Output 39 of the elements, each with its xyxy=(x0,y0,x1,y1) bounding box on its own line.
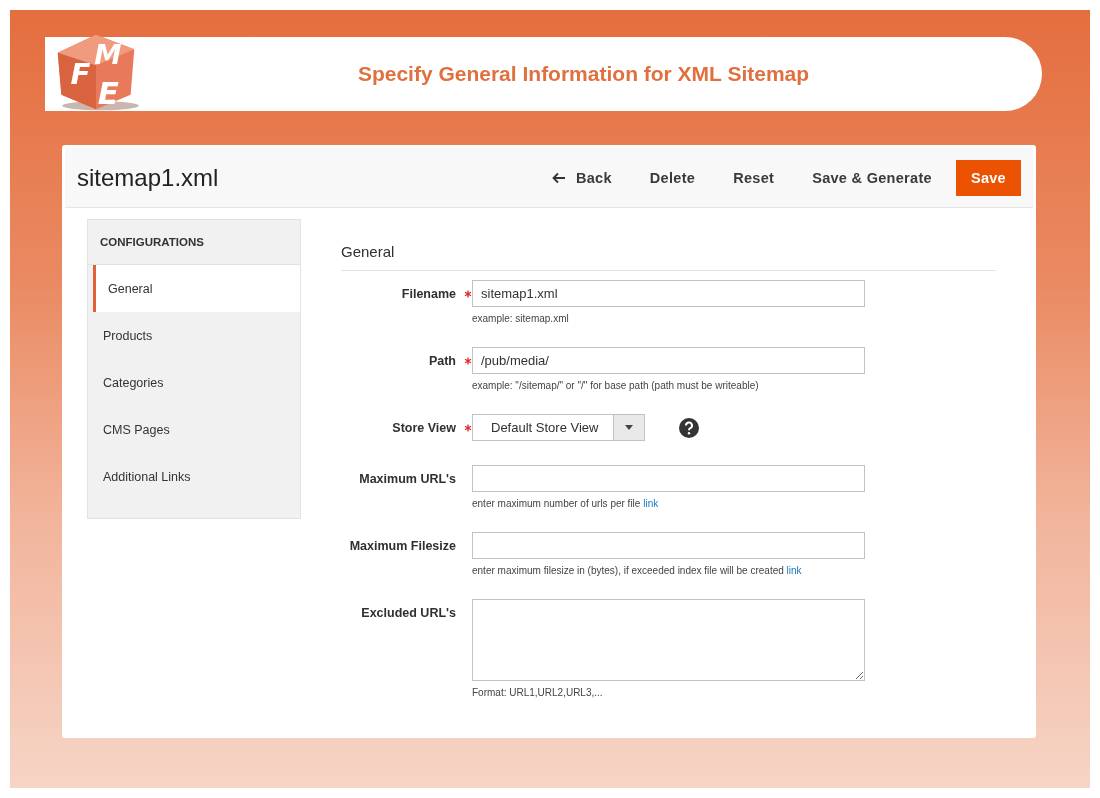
sidebar-item[interactable]: Categories xyxy=(88,359,300,406)
field-note: example: sitemap.xml xyxy=(472,313,570,325)
store-view-select[interactable]: Default Store View xyxy=(472,414,645,441)
help-icon[interactable] xyxy=(679,417,699,438)
required-icon xyxy=(464,289,472,298)
field-label: Maximum Filesize xyxy=(349,538,456,553)
back-button[interactable]: Back xyxy=(535,159,628,196)
sidebar-item[interactable]: General xyxy=(93,265,300,312)
field-note: enter maximum number of urls per file link xyxy=(472,498,660,510)
caret-icon xyxy=(625,425,633,430)
banner-title: Specify General Information for XML Sitemap xyxy=(357,62,810,86)
input-field[interactable]: /pub/media/ xyxy=(472,347,865,374)
field-label: Maximum URL's xyxy=(359,471,456,486)
action-button[interactable]: Delete xyxy=(633,159,712,196)
save-button[interactable]: Save xyxy=(955,159,1021,196)
field-note: enter maximum filesize in (bytes), if exceeded index file will be created link xyxy=(472,565,803,577)
input-field[interactable]: sitemap1.xml xyxy=(472,280,865,307)
page-title: sitemap1.xml xyxy=(77,163,219,192)
textarea-field[interactable] xyxy=(472,599,865,681)
field-label: Filename xyxy=(401,286,456,301)
link[interactable]: link xyxy=(643,498,659,509)
input-field[interactable] xyxy=(472,465,865,492)
field-note: example: "/sitemap/" or "/" for base path (path must be writeable) xyxy=(472,380,760,392)
field-label: Store View xyxy=(392,420,456,435)
sidebar-heading: CONFIGURATIONS xyxy=(100,236,204,248)
arrow-left-icon xyxy=(551,171,566,184)
sidebar-item[interactable]: Additional Links xyxy=(88,453,300,500)
field-note: Format: URL1,URL2,URL3,... xyxy=(472,687,604,699)
field-label: Excluded URL's xyxy=(361,605,456,620)
action-button[interactable]: Save & Generate xyxy=(796,159,948,196)
required-icon xyxy=(464,356,472,365)
link[interactable]: link xyxy=(786,565,802,576)
action-button[interactable]: Reset xyxy=(717,159,791,196)
sidebar-item[interactable]: Products xyxy=(88,312,300,359)
section-title: General xyxy=(341,243,395,260)
sidebar-item[interactable]: CMS Pages xyxy=(88,406,300,453)
required-icon xyxy=(464,423,472,432)
field-label: Path xyxy=(428,353,456,368)
input-field[interactable] xyxy=(472,532,865,559)
